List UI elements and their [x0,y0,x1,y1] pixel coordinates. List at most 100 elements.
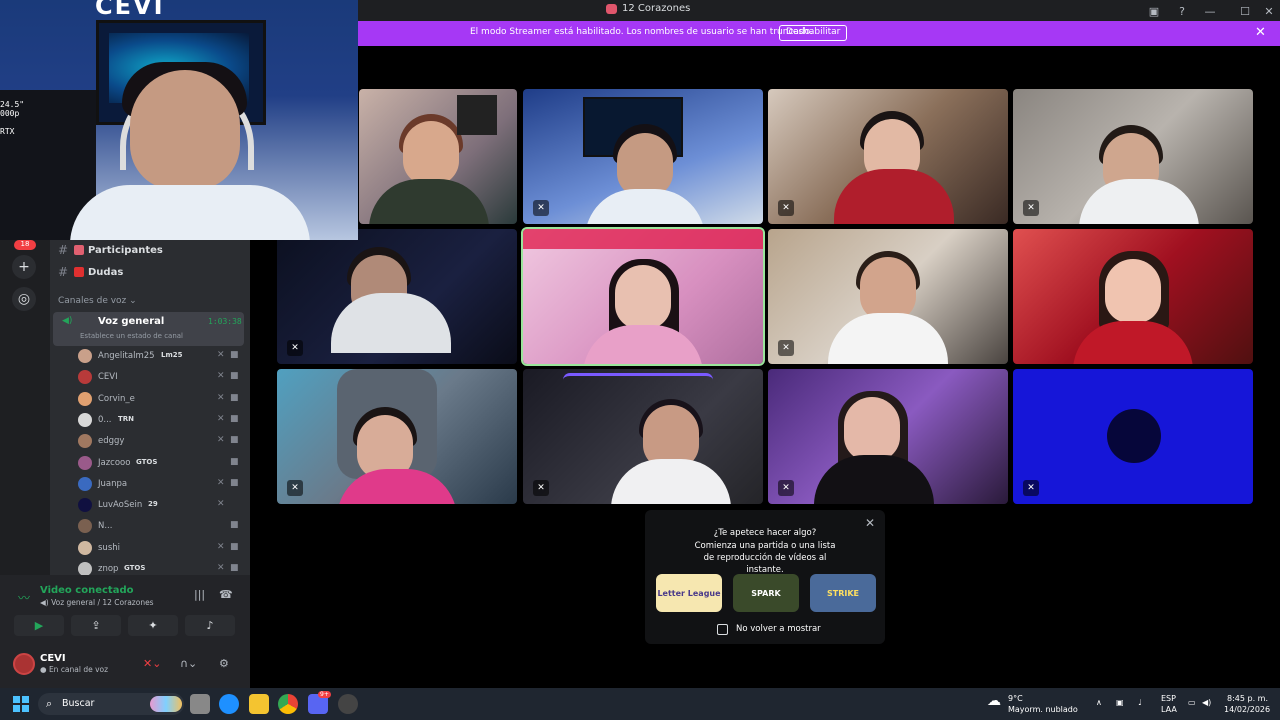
network-icon[interactable]: ▭ [1188,697,1196,708]
notification-badge: 18 [14,240,36,250]
channel-label: Participantes [88,244,163,256]
video-tile[interactable]: ✕ [277,229,517,364]
question-emoji-icon [74,267,84,277]
file-explorer-icon[interactable] [249,694,269,714]
voice-user[interactable]: sushi ✕ ■ [78,538,244,558]
settings-gear-icon[interactable]: ⚙ [219,657,229,670]
video-tile[interactable]: ✕ [768,229,1008,364]
maximize-button[interactable]: ☐ [1237,3,1253,19]
weather-widget[interactable]: 9°C Mayorm. nublado [1008,693,1078,715]
voice-user[interactable]: LuvAoSein 29 ✕ [78,495,244,515]
chrome-icon[interactable] [278,694,298,714]
obs-icon[interactable] [338,694,358,714]
user-status-text: En canal de voz [48,665,109,674]
voice-connected-subtitle[interactable]: ◀) Voz general / 12 Corazones [40,598,154,607]
participant-face [615,265,671,329]
participant-face [403,121,459,185]
inbox-icon[interactable]: ▣ [1146,3,1162,19]
muted-icon: ✕ [287,340,303,356]
connection-icon[interactable]: 〰 [18,589,30,606]
microphone-tray-icon[interactable]: ♩ [1138,697,1142,708]
video-tile-avatar[interactable]: ✕ [1013,369,1253,504]
banner-message: El modo Streamer está habilitado. Los no… [470,27,813,37]
video-tile-speaking[interactable] [521,227,765,366]
explore-icon[interactable]: ◎ [12,287,36,311]
volume-icon[interactable]: ◀) [1202,697,1211,708]
close-banner-icon[interactable]: ✕ [1255,25,1266,40]
mic-muted-icon: ✕ [217,499,225,510]
muted-icon: ✕ [778,340,794,356]
video-tile[interactable] [359,89,517,224]
video-tile[interactable] [1013,229,1253,364]
camera-icon: ■ [230,541,239,552]
video-tile[interactable]: ✕ [768,89,1008,224]
channel-dudas[interactable]: # Dudas [58,263,123,281]
dont-show-checkbox[interactable] [717,624,728,635]
discord-icon[interactable]: 9+ [308,691,331,714]
subtitle-server: 12 Corazones [102,598,154,607]
voice-user[interactable]: Corvin_e ✕ ■ [78,389,244,409]
avatar[interactable] [13,653,35,675]
user-tag: TRN [118,414,135,423]
windows-start-icon[interactable] [13,696,29,712]
muted-icon: ✕ [1023,480,1039,496]
clock[interactable]: 8:45 p. m. 14/02/2026 [1224,693,1270,715]
voice-category[interactable]: Canales de voz ⌄ [58,296,137,306]
mic-muted-icon[interactable]: ✕⌄ [143,657,161,670]
voice-user[interactable]: Jazcooo GTOS ■ [78,453,244,473]
voice-user-name: N... [98,521,113,532]
video-tile[interactable]: ✕ [1013,89,1253,224]
activity-card[interactable]: STRIKE [810,574,876,612]
participant-face [1105,259,1161,323]
voice-user[interactable]: N... ■ [78,516,244,536]
mic-muted-icon: ✕ [217,563,225,573]
voice-user-name: Juanpa [98,478,128,489]
voice-duration: 1:03:38 [208,317,242,326]
avatar [78,540,92,555]
voice-user[interactable]: edggy ✕ ■ [78,431,244,451]
voice-user[interactable]: CEVI ✕ ■ [78,367,244,387]
activities-button[interactable]: ✦ [128,615,178,636]
lang-code: ESP [1161,694,1176,703]
share-screen-button[interactable]: ⇪ [71,615,121,636]
taskbar-search[interactable]: ⌕ Buscar [38,693,184,715]
mic-muted-icon: ✕ [217,350,225,360]
minimize-button[interactable]: — [1202,3,1218,19]
voice-user[interactable]: Angelitalm25 Lm25 ✕ ■ [78,346,244,366]
participant-body [834,169,954,224]
mic-muted-icon: ✕ [217,392,225,403]
task-view-icon[interactable] [190,694,210,714]
add-server-icon[interactable]: + [12,255,36,279]
participant-body [1079,179,1199,224]
language-indicator[interactable]: ESP LAA [1161,693,1177,715]
tray-chevron-icon[interactable]: ∧ [1096,697,1102,708]
disconnect-icon[interactable]: ☎ [219,588,233,601]
channel-status-prompt[interactable]: Establece un estado de canal [80,332,183,340]
voice-user[interactable]: 0... TRN ✕ ■ [78,410,244,430]
channel-participantes[interactable]: # Participantes [58,241,163,259]
headphones-icon[interactable]: ∩⌄ [180,657,197,670]
soundboard-button[interactable]: ♪ [185,615,235,636]
avatar [78,498,92,513]
camera-button[interactable]: ▶ [14,615,64,636]
help-icon[interactable]: ? [1174,3,1190,19]
activity-card[interactable]: Letter League [656,574,722,612]
voice-channel-voz-general[interactable]: ◀) Voz general 1:03:38 Establece un esta… [53,312,244,346]
disable-streamer-button[interactable]: Deshabilitar [779,25,848,41]
edge-icon[interactable] [219,694,239,714]
participant-body [611,459,731,504]
video-tile[interactable]: ✕ [768,369,1008,504]
noise-suppression-icon[interactable]: ||| [194,588,205,601]
weather-icon[interactable]: ☁ [987,694,1001,708]
mic-muted-icon: ✕ [217,435,225,446]
tray-app-icon[interactable]: ▣ [1116,697,1124,708]
camera-icon: ■ [230,477,239,488]
popup-subtitle: Comienza una partida o una lista de repr… [645,540,885,576]
video-tile[interactable]: ✕ [523,89,763,224]
activity-card[interactable]: SPARK [733,574,799,612]
user-tag: 29 [148,500,158,509]
video-tile[interactable]: ✕ [523,369,763,504]
video-tile[interactable]: ✕ [277,369,517,504]
close-window-button[interactable]: ✕ [1261,3,1277,19]
voice-user[interactable]: Juanpa ✕ ■ [78,474,244,494]
